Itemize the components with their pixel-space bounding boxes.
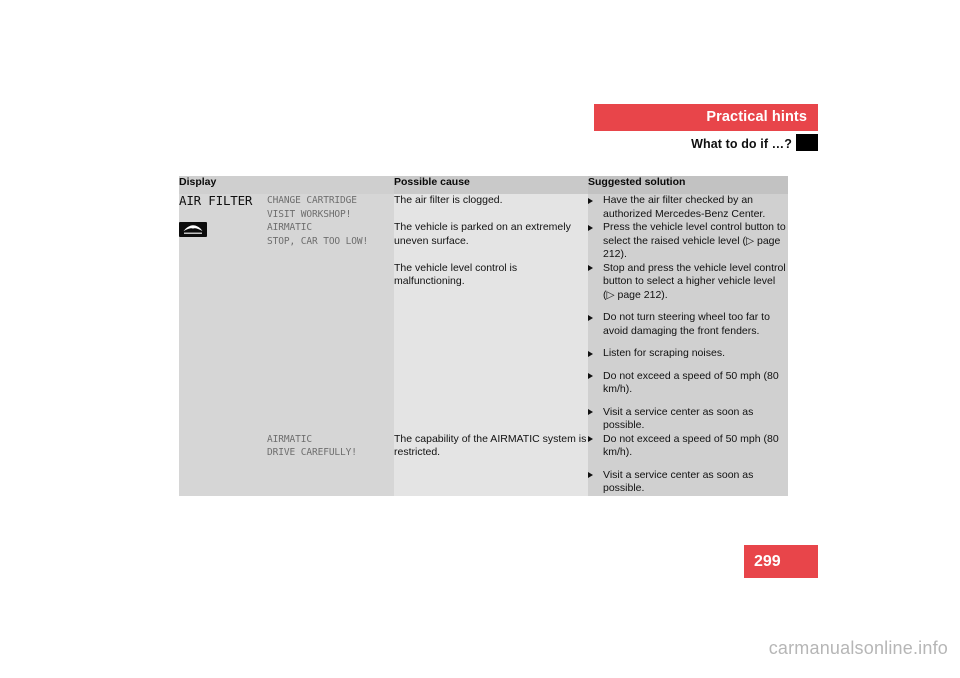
- solution-text: Listen for scraping noises.: [603, 347, 725, 359]
- cause-text: The vehicle is parked on an extremely un…: [394, 221, 571, 247]
- column-header-display: Display: [179, 176, 394, 194]
- list-item: Stop and press the vehicle level control…: [588, 262, 788, 303]
- triangle-bullet-icon: [588, 197, 593, 204]
- triangle-bullet-icon: [588, 409, 593, 415]
- display-message-text: AIRMATIC STOP, CAR TOO LOW!: [267, 222, 369, 247]
- solution-text: Visit a service center as soon as possib…: [603, 468, 754, 495]
- page-number-badge: 299: [744, 545, 818, 578]
- solution-list: Stop and press the vehicle level control…: [588, 262, 788, 433]
- chapter-banner: Practical hints: [594, 104, 818, 131]
- table-header-row: Display Possible cause Suggested solutio…: [179, 176, 788, 194]
- solution-text: Press the vehicle level control button t…: [603, 221, 786, 260]
- solution-cell: Have the air filter checked by an author…: [588, 194, 788, 221]
- display-cell: AIRMATIC STOP, CAR TOO LOW!: [179, 221, 394, 433]
- cause-cell: The capability of the AIRMATIC system is…: [394, 432, 588, 496]
- solution-list: Do not exceed a speed of 50 mph (80 km/h…: [588, 433, 788, 496]
- list-item: Have the air filter checked by an author…: [588, 194, 788, 221]
- list-item: Do not exceed a speed of 50 mph (80 km/h…: [588, 370, 788, 397]
- cause-text: The air filter is clogged.: [394, 194, 503, 206]
- list-item: Visit a service center as soon as possib…: [588, 469, 788, 496]
- solution-cell: Press the vehicle level control button t…: [588, 221, 788, 262]
- display-cell: AIR FILTER CHANGE CARTRIDGE VISIT WORKSH…: [179, 194, 394, 221]
- cause-cell: The vehicle level control is malfunction…: [394, 261, 588, 433]
- solution-text: Do not exceed a speed of 50 mph (80 km/h…: [603, 432, 779, 459]
- list-item: Press the vehicle level control button t…: [588, 221, 788, 262]
- display-code-text: AIR FILTER: [179, 193, 253, 208]
- triangle-bullet-icon: [588, 472, 593, 478]
- cause-cell: The vehicle is parked on an extremely un…: [394, 221, 588, 262]
- section-header: What to do if …?: [470, 134, 818, 154]
- display-message-text: AIRMATIC DRIVE CAREFULLY!: [267, 433, 357, 459]
- solution-text: Do not turn steering wheel too far to av…: [603, 311, 770, 337]
- list-item: Listen for scraping noises.: [588, 347, 788, 361]
- triangle-bullet-icon: [588, 314, 593, 321]
- solution-text: Do not exceed a speed of 50 mph (80 km/h…: [603, 369, 779, 396]
- triangle-bullet-icon: [588, 436, 593, 442]
- solution-cell: Do not exceed a speed of 50 mph (80 km/h…: [588, 432, 788, 496]
- solution-text: Have the air filter checked by an author…: [603, 194, 766, 220]
- table-row: AIRMATIC STOP, CAR TOO LOW! The vehicle …: [179, 221, 788, 433]
- section-title: What to do if …?: [691, 137, 792, 151]
- warning-messages-table: Display Possible cause Suggested solutio…: [179, 176, 788, 496]
- solution-text: Stop and press the vehicle level control…: [603, 261, 786, 301]
- list-item: Visit a service center as soon as possib…: [588, 406, 788, 433]
- solution-list: Press the vehicle level control button t…: [588, 221, 788, 262]
- table-row: AIR FILTER CHANGE CARTRIDGE VISIT WORKSH…: [179, 194, 788, 221]
- solution-list: Have the air filter checked by an author…: [588, 194, 788, 221]
- watermark: carmanualsonline.info: [768, 638, 948, 658]
- black-square-marker-icon: [796, 134, 818, 151]
- cause-cell: The air filter is clogged.: [394, 194, 588, 221]
- vehicle-too-low-warning-icon: [179, 222, 207, 237]
- column-header-possible-cause: Possible cause: [394, 176, 588, 194]
- table-row: AIRMATIC DRIVE CAREFULLY! The capability…: [179, 432, 788, 496]
- display-message-text: CHANGE CARTRIDGE VISIT WORKSHOP!: [267, 195, 357, 220]
- triangle-bullet-icon: [588, 373, 593, 379]
- display-cell: AIRMATIC DRIVE CAREFULLY!: [179, 432, 394, 496]
- list-item: Do not turn steering wheel too far to av…: [588, 311, 788, 338]
- cause-text: The capability of the AIRMATIC system is…: [394, 432, 587, 459]
- cause-text: The vehicle level control is malfunction…: [394, 261, 518, 288]
- triangle-bullet-icon: [588, 350, 593, 357]
- triangle-bullet-icon: [588, 224, 593, 231]
- column-header-suggested-solution: Suggested solution: [588, 176, 788, 194]
- solution-text: Visit a service center as soon as possib…: [603, 405, 754, 432]
- solution-cell: Stop and press the vehicle level control…: [588, 261, 788, 433]
- list-item: Do not exceed a speed of 50 mph (80 km/h…: [588, 433, 788, 460]
- triangle-bullet-icon: [588, 265, 593, 271]
